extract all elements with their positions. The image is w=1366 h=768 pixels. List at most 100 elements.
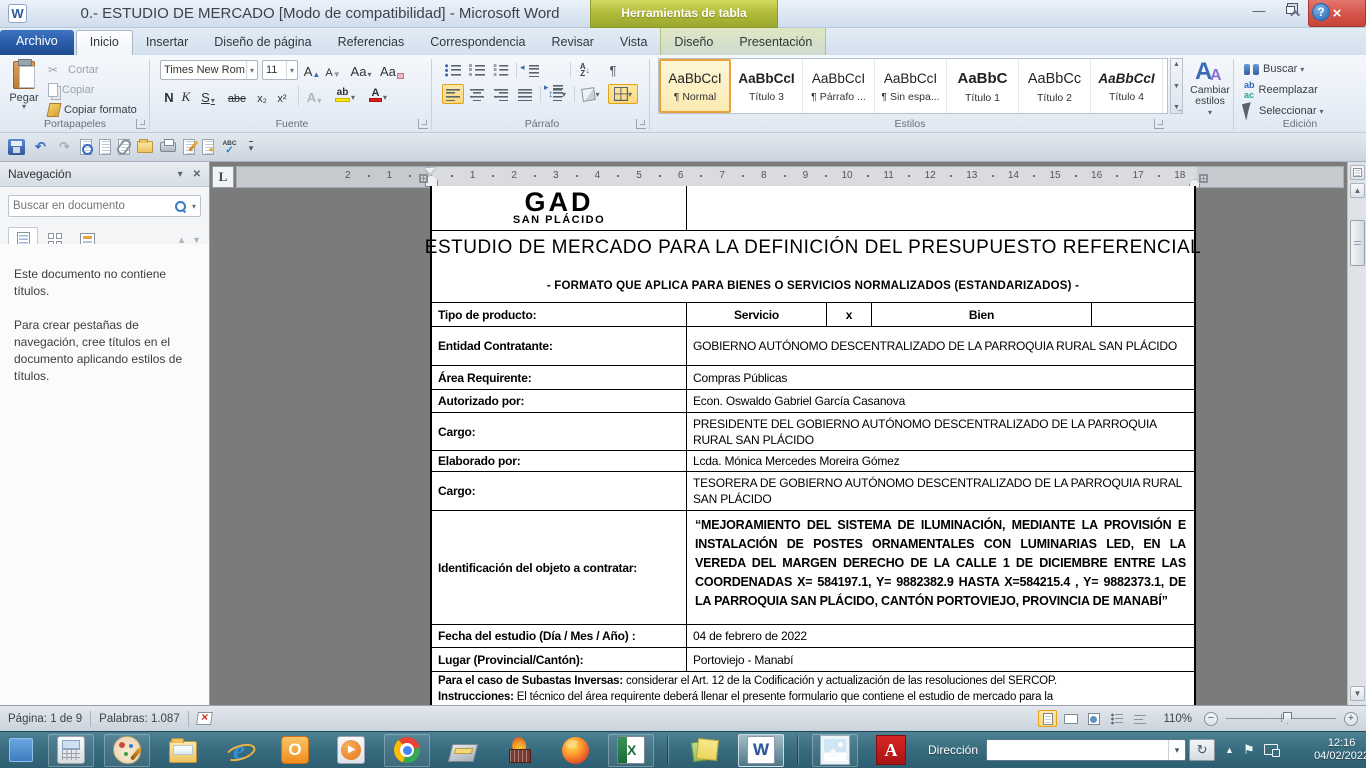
numbering-button[interactable]	[466, 60, 488, 80]
font-dialog-launcher-icon[interactable]	[418, 119, 428, 129]
network-icon[interactable]	[1264, 744, 1280, 757]
tab-vista[interactable]: Vista	[607, 31, 661, 55]
web-layout-view-button[interactable]	[1084, 710, 1103, 727]
address-input[interactable]	[987, 743, 1168, 757]
preview-icon[interactable]	[80, 139, 92, 155]
bold-button[interactable]: N	[160, 86, 178, 106]
more-icon[interactable]	[245, 139, 257, 155]
minimize-button[interactable]: —	[1245, 0, 1273, 20]
save-icon[interactable]	[8, 139, 25, 155]
internet-explorer-taskbar-button[interactable]	[216, 734, 262, 767]
underline-button[interactable]: S▾	[196, 86, 220, 106]
change-case-button[interactable]: Aa▾	[348, 60, 374, 80]
spell-icon[interactable]	[221, 139, 238, 155]
attach-icon[interactable]	[118, 139, 130, 155]
print-layout-view-button[interactable]	[1038, 710, 1057, 727]
format-painter-button[interactable]: Copiar formato	[48, 101, 137, 119]
tab-diseño[interactable]: Diseño	[661, 31, 726, 55]
redo-icon[interactable]	[56, 139, 73, 155]
tab-archivo[interactable]: Archivo	[0, 30, 74, 55]
calculator-taskbar-button[interactable]	[48, 734, 94, 767]
shortcut-icon[interactable]	[202, 139, 214, 155]
address-go-icon[interactable]: ↻	[1189, 739, 1215, 761]
spell-check-status-icon[interactable]	[196, 712, 213, 725]
zoom-slider[interactable]	[1226, 718, 1336, 719]
open-icon[interactable]	[137, 141, 153, 153]
strikethrough-button[interactable]: abe	[224, 86, 250, 106]
outline-view-button[interactable]	[1107, 710, 1126, 727]
justify-button[interactable]	[514, 84, 536, 104]
outlook-taskbar-button[interactable]	[272, 734, 318, 767]
shading-button[interactable]: ▾	[578, 84, 604, 104]
zoom-level[interactable]: 110%	[1163, 713, 1192, 725]
sort-button[interactable]: AZ↓	[574, 60, 596, 80]
search-icon[interactable]	[174, 200, 186, 212]
media-player-taskbar-button[interactable]	[328, 734, 374, 767]
edit-icon[interactable]	[183, 139, 195, 155]
draft-view-button[interactable]	[1130, 710, 1149, 727]
grow-font-button[interactable]: A▲	[302, 60, 322, 80]
print-icon[interactable]	[160, 142, 176, 152]
scrollbar-thumb[interactable]	[1350, 220, 1365, 266]
navpane-close-icon[interactable]: ✕	[193, 169, 201, 180]
paint-taskbar-button[interactable]	[104, 734, 150, 767]
change-styles-button[interactable]: AA Cambiar estilos▾	[1188, 57, 1232, 119]
font-color-button[interactable]: A▾	[364, 83, 392, 103]
style-título-2[interactable]: AaBbCcTítulo 2	[1019, 59, 1091, 113]
sticky-notes-taskbar-button[interactable]	[682, 734, 728, 767]
start-tile-taskbar-button[interactable]	[4, 734, 38, 767]
horizontal-ruler[interactable]: 12345678910111213141516171821	[236, 166, 1344, 188]
hidden-icons-chevron[interactable]: ▲	[1225, 745, 1234, 755]
chrome-taskbar-button[interactable]	[384, 734, 430, 767]
tab-referencias[interactable]: Referencias	[325, 31, 418, 55]
tab-stop-selector[interactable]: L	[212, 166, 234, 188]
styles-gallery-scrollbar[interactable]: ▲▼▼̲	[1170, 58, 1183, 114]
new-document-icon[interactable]	[99, 139, 111, 155]
text-effects-button[interactable]: A▾	[302, 86, 326, 106]
address-bar[interactable]: ▾	[986, 739, 1186, 761]
tab-presentación[interactable]: Presentación	[726, 31, 825, 55]
multilevel-list-button[interactable]	[490, 60, 512, 80]
photo-viewer-taskbar-button[interactable]	[812, 734, 858, 767]
style-título-1[interactable]: AaBbCTítulo 1	[947, 59, 1019, 113]
ruler-toggle-button[interactable]	[1350, 165, 1365, 180]
replace-button[interactable]: abacReemplazar	[1244, 81, 1318, 99]
word-taskbar-button[interactable]	[738, 734, 784, 767]
tab-insertar[interactable]: Insertar	[133, 31, 201, 55]
burner-taskbar-button[interactable]	[496, 734, 542, 767]
cut-button[interactable]: Cortar	[48, 61, 99, 79]
highlight-color-button[interactable]: ab▾	[330, 83, 360, 103]
tab-diseño-de-página[interactable]: Diseño de página	[201, 31, 324, 55]
action-center-flag-icon[interactable]: ⚑	[1243, 742, 1255, 758]
align-center-button[interactable]	[466, 84, 488, 104]
tab-inicio[interactable]: Inicio	[76, 30, 133, 55]
vertical-scrollbar[interactable]: ▲ ▼	[1347, 162, 1366, 705]
superscript-button[interactable]: x²	[272, 86, 292, 106]
find-button[interactable]: Buscar▾	[1244, 60, 1304, 78]
style-título-3[interactable]: AaBbCcITítulo 3	[731, 59, 803, 113]
paste-button[interactable]: Pegar ▾	[6, 58, 42, 120]
shrink-font-button[interactable]: A▼	[324, 60, 342, 80]
table-column-marker[interactable]	[1199, 174, 1208, 183]
clear-formatting-button[interactable]: Aa	[380, 60, 404, 80]
word-count[interactable]: Palabras: 1.087	[99, 713, 180, 725]
show-marks-button[interactable]: ¶	[602, 60, 624, 80]
scroll-up-icon[interactable]: ▲	[1350, 183, 1365, 198]
navpane-menu-icon[interactable]: ▾	[178, 169, 183, 180]
style-normal[interactable]: AaBbCcI¶ Normal	[659, 59, 731, 113]
font-family-select[interactable]: Times New Rom▾	[160, 60, 258, 80]
document-page[interactable]: GAD SAN PLÁCIDO ESTUDIO DE MERCADO PARA …	[430, 186, 1196, 705]
tab-correspondencia[interactable]: Correspondencia	[417, 31, 538, 55]
align-left-button[interactable]	[442, 84, 464, 104]
paragraph-dialog-launcher-icon[interactable]	[636, 119, 646, 129]
document-search-box[interactable]: ▾	[8, 195, 201, 217]
address-dropdown-icon[interactable]: ▾	[1168, 740, 1185, 760]
copy-button[interactable]: Copiar	[48, 81, 94, 99]
fullscreen-reading-view-button[interactable]	[1061, 710, 1080, 727]
style-título-4[interactable]: AaBbCcITítulo 4	[1091, 59, 1163, 113]
taskbar-clock[interactable]: 12:16 04/02/2022	[1305, 737, 1366, 763]
page-indicator[interactable]: Página: 1 de 9	[8, 713, 82, 725]
autocad-taskbar-button[interactable]	[868, 734, 914, 767]
search-input[interactable]	[13, 200, 174, 212]
help-icon[interactable]: ?	[1312, 3, 1330, 21]
